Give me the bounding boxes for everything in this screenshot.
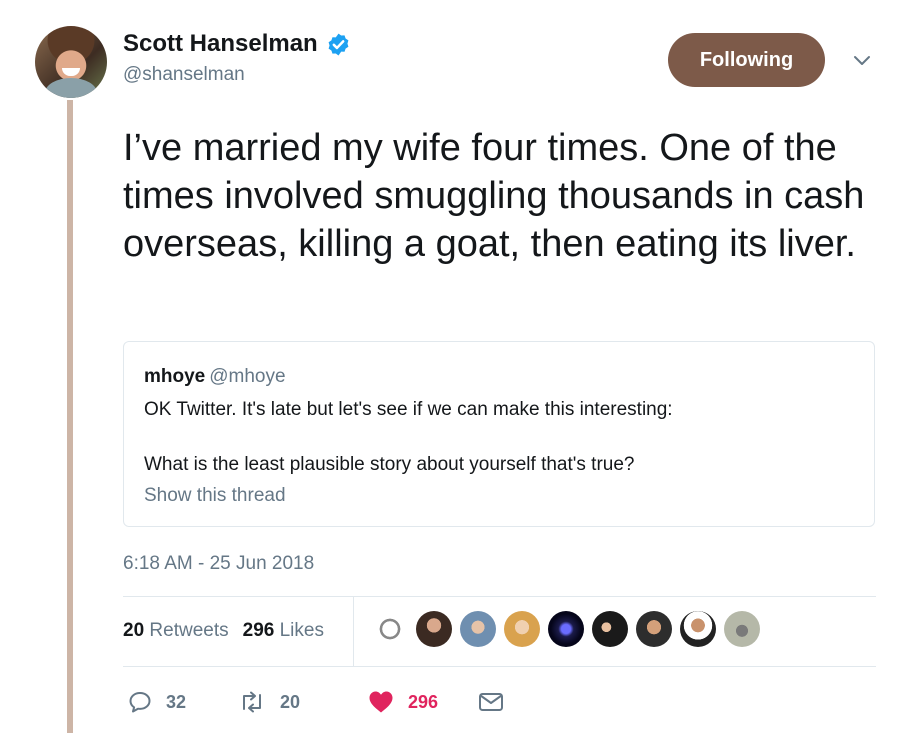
liker-avatar[interactable] xyxy=(724,611,760,647)
heart-icon xyxy=(369,691,393,713)
verified-icon xyxy=(328,33,349,55)
following-button[interactable]: Following xyxy=(668,33,825,87)
message-icon xyxy=(479,693,503,711)
stats-vertical-divider xyxy=(353,597,354,666)
reply-icon xyxy=(129,692,151,713)
reply-count: 32 xyxy=(166,691,187,712)
author-block: Scott Hanselman @shanselman xyxy=(123,30,351,86)
liker-avatar[interactable] xyxy=(636,611,672,647)
avatar[interactable] xyxy=(35,26,107,98)
caret-down-icon[interactable] xyxy=(852,54,872,68)
like-count: 296 xyxy=(408,691,439,712)
liker-avatar[interactable] xyxy=(460,611,496,647)
quoted-author-name: mhoye xyxy=(144,366,206,387)
liker-avatar[interactable] xyxy=(548,611,584,647)
tweet-timestamp[interactable]: 6:18 AM - 25 Jun 2018 xyxy=(123,553,314,575)
avatar-shirt xyxy=(45,78,97,98)
direct-message-button[interactable] xyxy=(478,692,504,712)
reply-button[interactable]: 32 xyxy=(128,691,238,713)
quoted-tweet-line-2: What is the least plausible story about … xyxy=(144,454,635,475)
quoted-tweet-card[interactable]: mhoye @mhoye OK Twitter. It's late but le… xyxy=(123,341,875,527)
stats-bottom-divider xyxy=(123,666,876,667)
retweet-count: 20 xyxy=(280,691,301,712)
retweet-icon xyxy=(243,691,261,713)
liker-avatar[interactable] xyxy=(680,611,716,647)
liker-avatar[interactable] xyxy=(416,611,452,647)
avatar-smile xyxy=(62,68,80,76)
quoted-author-handle: @mhoye xyxy=(209,366,286,387)
liker-avatar[interactable] xyxy=(592,611,628,647)
retweet-button[interactable]: 20 xyxy=(238,691,368,713)
likes-label: Likes xyxy=(279,620,324,641)
tweet-text: I’ve married my wife four times. One of … xyxy=(123,127,865,265)
author-name-row: Scott Hanselman xyxy=(123,30,351,58)
liker-avatar[interactable] xyxy=(372,611,408,647)
liker-avatar[interactable] xyxy=(504,611,540,647)
author-display-name[interactable]: Scott Hanselman xyxy=(123,30,318,58)
show-thread-link[interactable]: Show this thread xyxy=(144,485,286,507)
quoted-tweet-header: mhoye @mhoye xyxy=(144,366,286,388)
stats-top-divider xyxy=(123,596,876,597)
tweet-actions: 32 20 296 xyxy=(128,690,504,714)
likes-count: 296 xyxy=(242,620,275,641)
like-button[interactable]: 296 xyxy=(368,690,478,714)
retweets-label: Retweets xyxy=(149,620,229,641)
thread-line xyxy=(67,100,73,733)
likes-stat[interactable]: 296 Likes xyxy=(243,620,324,642)
liker-avatars xyxy=(372,611,760,647)
retweets-stat[interactable]: 20 Retweets xyxy=(123,620,229,642)
engagement-stats: 20 Retweets 296 Likes xyxy=(123,620,324,642)
quoted-tweet-line-1: OK Twitter. It's late but let's see if w… xyxy=(144,399,673,420)
retweets-count: 20 xyxy=(123,620,145,641)
author-handle[interactable]: @shanselman xyxy=(123,64,351,86)
